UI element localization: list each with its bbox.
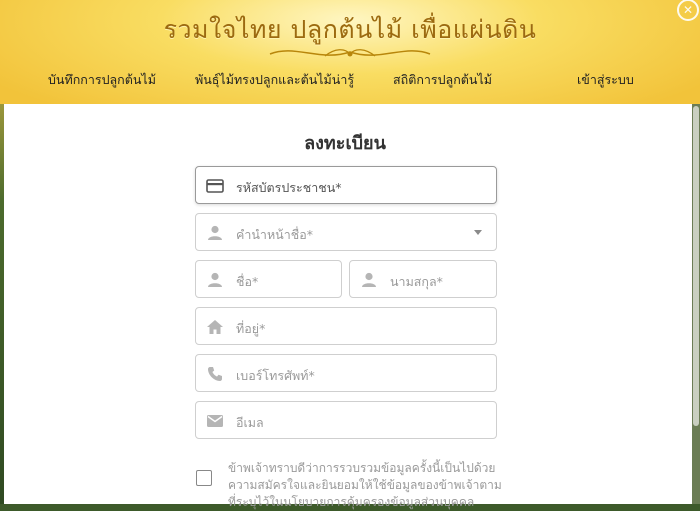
nav-item-planting-record[interactable]: บันทึกการปลูกต้นไม้ [48, 70, 156, 90]
nav-item-statistics[interactable]: สถิติการปลูกต้นไม้ [393, 70, 492, 90]
first-name-field[interactable]: ชื่อ* [195, 260, 342, 298]
ornament-flourish [269, 49, 431, 57]
site-header: ✕ รวมใจไทย ปลูกต้นไม้ เพื่อแผ่นดิน บันทึ… [0, 0, 700, 104]
id-card-field[interactable]: รหัสบัตรประชาชน* [195, 166, 497, 204]
address-field[interactable]: ที่อยู่* [195, 307, 497, 345]
id-card-placeholder: รหัสบัตรประชาชน* [236, 180, 342, 195]
last-name-field[interactable]: นามสกุล* [349, 260, 497, 298]
nav-item-login[interactable]: เข้าสู่ระบบ [577, 70, 634, 90]
form-panel [4, 104, 692, 504]
email-placeholder: อีเมล [236, 415, 264, 430]
phone-placeholder: เบอร์โทรศัพท์* [236, 368, 315, 383]
chevron-down-icon [474, 230, 482, 235]
email-field[interactable]: อีเมล [195, 401, 497, 439]
home-icon [207, 320, 223, 334]
first-name-placeholder: ชื่อ* [236, 274, 259, 289]
phone-icon [208, 367, 222, 381]
scrollbar-thumb[interactable] [693, 106, 699, 426]
person-icon [208, 225, 222, 240]
id-card-icon [206, 179, 224, 193]
last-name-placeholder: นามสกุล* [390, 274, 443, 289]
phone-field[interactable]: เบอร์โทรศัพท์* [195, 354, 497, 392]
person-icon [208, 272, 222, 287]
person-icon [362, 272, 376, 287]
form-title: ลงทะเบียน [304, 133, 386, 154]
consent-text: ข้าพเจ้าทราบดีว่าการรวบรวมข้อมูลครั้งนี้… [228, 461, 502, 509]
nav-item-royal-species[interactable]: พันธุ์ไม้ทรงปลูกและต้นไม้น่ารู้ [195, 70, 354, 90]
consent-checkbox[interactable] [196, 470, 212, 486]
address-placeholder: ที่อยู่* [236, 321, 266, 336]
prefix-select[interactable]: คำนำหน้าชื่อ* [195, 213, 497, 251]
prefix-placeholder: คำนำหน้าชื่อ* [236, 227, 313, 242]
mail-icon [207, 415, 223, 427]
